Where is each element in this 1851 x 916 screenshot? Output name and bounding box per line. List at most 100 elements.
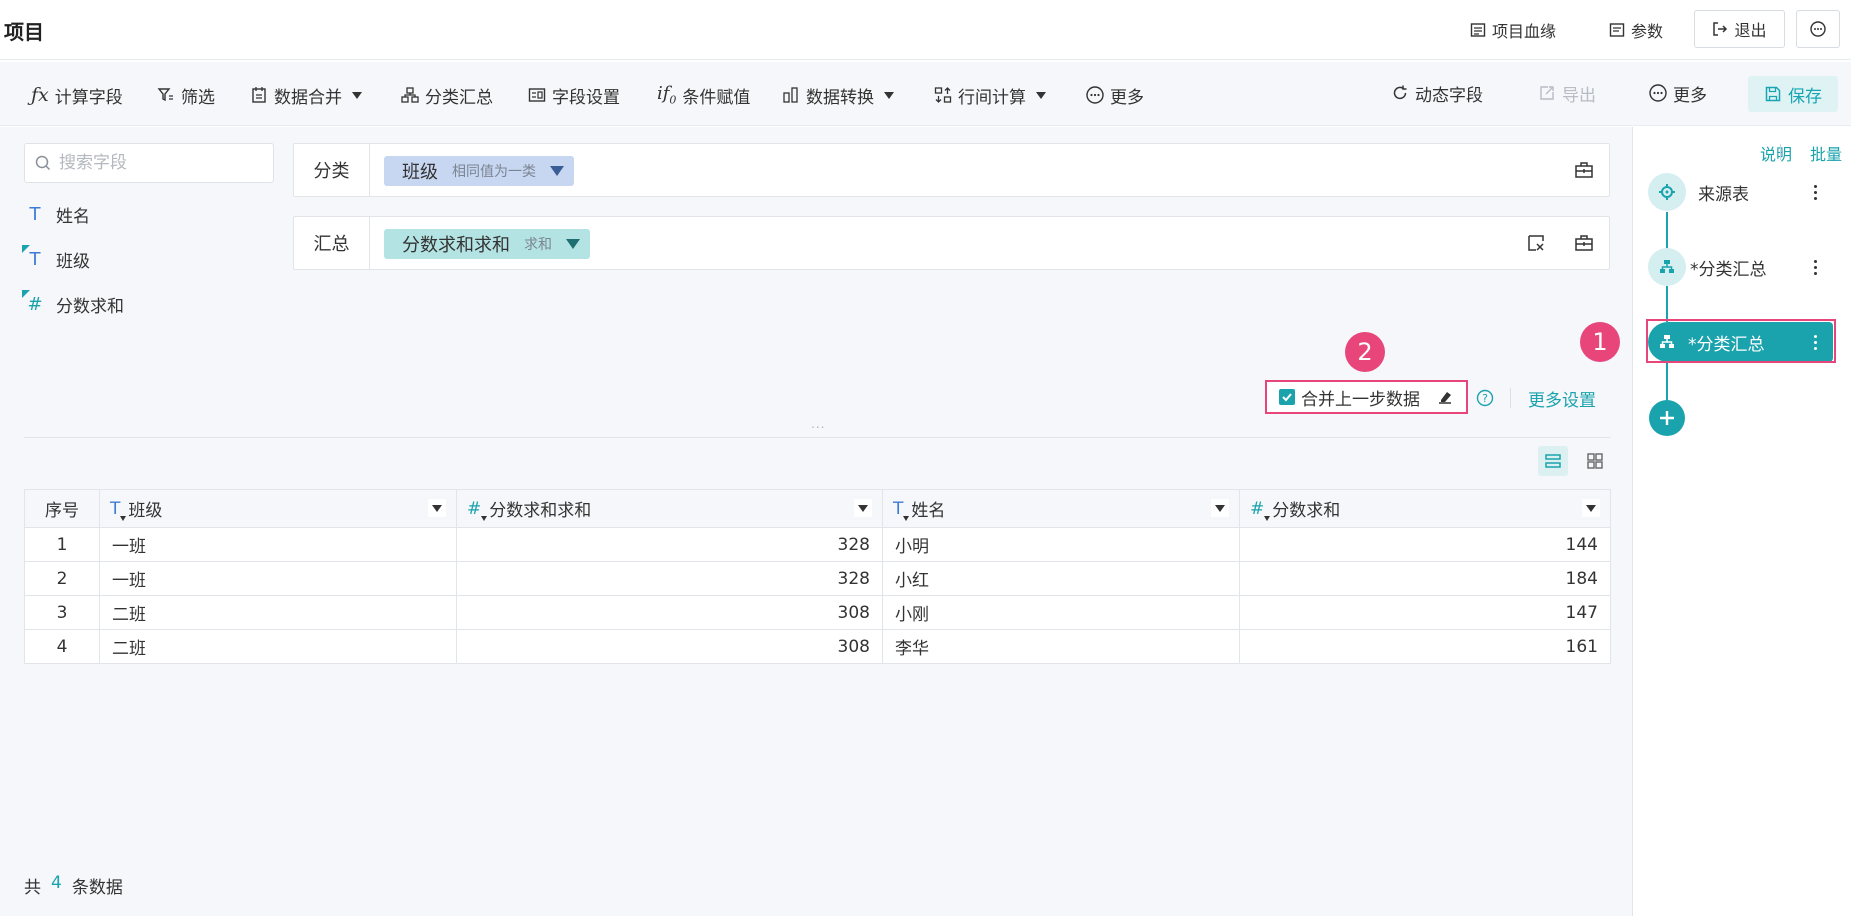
- kebab-menu-icon[interactable]: [1805, 259, 1825, 275]
- divider: [1510, 388, 1511, 408]
- text-type-used-icon: T: [22, 244, 46, 270]
- toolbox-icon[interactable]: [1574, 160, 1594, 180]
- step-group-summary-2[interactable]: *分类汇总: [1648, 322, 1833, 362]
- number-type-icon: #: [467, 499, 488, 521]
- export-icon: [1540, 86, 1554, 100]
- plus-icon: [1660, 411, 1674, 425]
- column-menu-icon[interactable]: [1211, 499, 1229, 517]
- table-row: 1 一班 328 小明 144: [24, 527, 1611, 562]
- field-item-score-sum[interactable]: # 分数求和: [22, 289, 124, 319]
- save-button[interactable]: 保存: [1748, 76, 1838, 112]
- fx-icon: ƒx: [31, 84, 49, 106]
- filter-icon: [157, 88, 173, 102]
- eraser-icon[interactable]: [1436, 388, 1454, 406]
- cell-class: 一班: [99, 527, 457, 562]
- group-summary-button[interactable]: 分类汇总: [401, 82, 493, 108]
- add-step-button[interactable]: [1649, 400, 1685, 436]
- main-area: T 姓名 T 班级 # 分数求和 分类 班级 相同值为一类 汇总 分数求和求和 …: [0, 127, 1632, 916]
- help-icon[interactable]: ?: [1476, 389, 1494, 407]
- group-field-pill[interactable]: 班级 相同值为一类: [384, 156, 574, 186]
- merge-dropdown[interactable]: 数据合并: [250, 82, 362, 108]
- page-title: 项目: [4, 20, 44, 44]
- batch-link[interactable]: 批量: [1810, 141, 1842, 165]
- data-table: 序号 T 班级 # 分数求和求和 T 姓名 # 分数求和 1 一班 328 小明…: [24, 489, 1611, 664]
- cell-name: 小明: [882, 527, 1240, 562]
- summary-label: 汇总: [294, 217, 370, 269]
- summary-field-pill[interactable]: 分数求和求和 求和: [384, 229, 590, 259]
- svg-text:?: ?: [1482, 392, 1488, 405]
- list-view-button[interactable]: [1538, 446, 1568, 476]
- table-header-row: 序号 T 班级 # 分数求和求和 T 姓名 # 分数求和: [24, 489, 1611, 528]
- search-input[interactable]: [59, 153, 259, 173]
- cell-seq: 1: [24, 527, 100, 562]
- group-summary-icon: [401, 87, 419, 103]
- cell-score-sum-sum: 328: [456, 527, 883, 562]
- cell-seq: 2: [24, 561, 100, 596]
- summary-row: 汇总 分数求和求和 求和: [293, 216, 1610, 270]
- params-button[interactable]: 参数: [1609, 18, 1663, 42]
- field-settings-icon: [528, 88, 546, 102]
- step-source-table[interactable]: 来源表: [1648, 172, 1833, 212]
- refresh-icon: [1393, 85, 1407, 100]
- cell-score-sum: 147: [1239, 595, 1611, 630]
- merge-prev-checkbox[interactable]: 合并上一步数据: [1265, 380, 1468, 414]
- calc-field-button[interactable]: ƒx 计算字段: [31, 82, 123, 108]
- lineage-label: 项目血缘: [1492, 22, 1557, 41]
- column-menu-icon[interactable]: [1582, 499, 1600, 517]
- step-group-summary-1[interactable]: *分类汇总: [1648, 247, 1833, 287]
- group-label: 分类: [294, 144, 370, 196]
- field-item-name[interactable]: T 姓名: [24, 199, 91, 229]
- export-button[interactable]: 导出: [1538, 80, 1596, 106]
- number-type-used-icon: #: [22, 289, 46, 315]
- col-header-seq: 序号: [24, 489, 100, 528]
- more-circle-icon: [1649, 84, 1667, 102]
- toolbar-more-right-button[interactable]: 更多: [1649, 80, 1707, 106]
- col-header-score-sum[interactable]: # 分数求和: [1239, 489, 1611, 528]
- exit-icon: [1713, 22, 1728, 36]
- chevron-down-icon: [1036, 91, 1046, 99]
- resize-handle[interactable]: ...: [811, 417, 825, 431]
- clear-fields-icon[interactable]: [1526, 233, 1546, 253]
- cell-name: 小刚: [882, 595, 1240, 630]
- row-calc-dropdown[interactable]: 行间计算: [934, 82, 1046, 108]
- column-menu-icon[interactable]: [854, 499, 872, 517]
- step-connector: [1666, 212, 1668, 252]
- cell-score-sum: 144: [1239, 527, 1611, 562]
- filter-button[interactable]: 筛选: [157, 82, 215, 108]
- lineage-button[interactable]: 项目血缘: [1470, 18, 1556, 42]
- params-icon: [1609, 23, 1625, 37]
- toolbox-icon[interactable]: [1574, 233, 1594, 253]
- col-header-name[interactable]: T 姓名: [882, 489, 1240, 528]
- step-connector: [1666, 362, 1668, 402]
- field-panel: T 姓名 T 班级 # 分数求和: [22, 143, 274, 317]
- transform-dropdown[interactable]: 数据转换: [782, 82, 894, 108]
- grid-view-button[interactable]: [1580, 446, 1610, 476]
- dynamic-field-button[interactable]: 动态字段: [1391, 80, 1483, 106]
- column-menu-icon[interactable]: [428, 499, 446, 517]
- list-view-icon: [1545, 454, 1561, 468]
- checkbox-checked-icon: [1279, 389, 1295, 405]
- toolbar-more-button[interactable]: 更多: [1086, 82, 1144, 108]
- more-circle-icon: [1810, 21, 1826, 37]
- explain-link[interactable]: 说明: [1760, 141, 1792, 165]
- chevron-down-icon: [884, 91, 894, 99]
- conditional-button[interactable]: if0 条件赋值: [657, 82, 750, 108]
- more-settings-link[interactable]: 更多设置: [1528, 386, 1596, 411]
- exit-button[interactable]: 退出: [1694, 10, 1785, 48]
- search-box: [24, 143, 274, 183]
- field-item-class[interactable]: T 班级: [22, 244, 90, 274]
- header-more-button[interactable]: [1796, 10, 1840, 48]
- annotation-badge-1: 1: [1580, 322, 1620, 362]
- col-header-class[interactable]: T 班级: [99, 489, 457, 528]
- col-header-score-sum-sum[interactable]: # 分数求和求和: [456, 489, 883, 528]
- kebab-menu-icon[interactable]: [1805, 184, 1825, 200]
- merge-icon: [252, 87, 266, 103]
- cell-class: 一班: [99, 561, 457, 596]
- divider: [1780, 144, 1781, 160]
- app-header: 项目 项目血缘 参数 退出: [0, 0, 1851, 60]
- cell-seq: 3: [24, 595, 100, 630]
- kebab-menu-icon[interactable]: [1805, 334, 1825, 350]
- toolbar: ƒx 计算字段 筛选 数据合并 分类汇总 字段设置 if0 条件赋值 数据转换 …: [0, 62, 1851, 126]
- source-table-icon: [1648, 173, 1686, 211]
- field-settings-button[interactable]: 字段设置: [528, 82, 620, 108]
